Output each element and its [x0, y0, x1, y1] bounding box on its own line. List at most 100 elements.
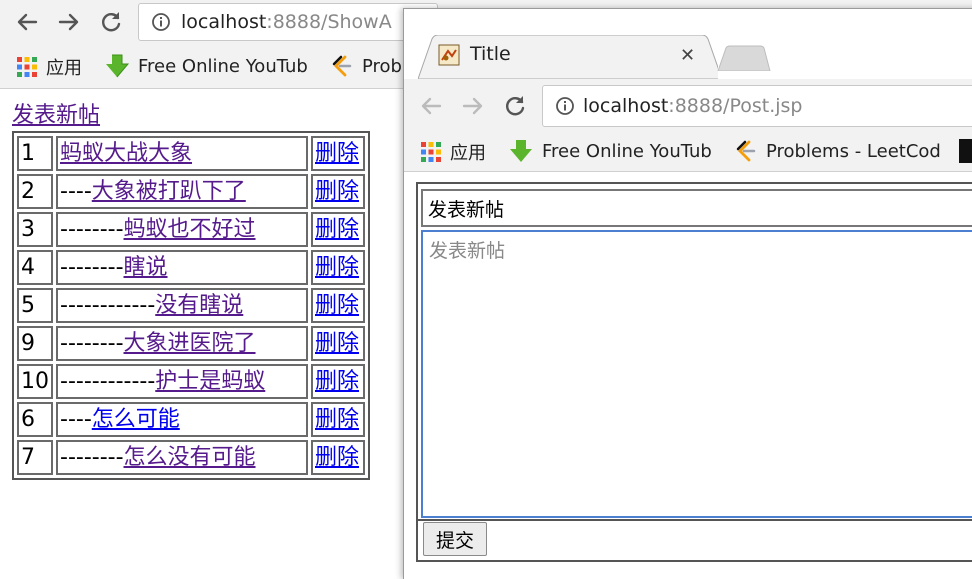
- apps-grid-icon: [16, 56, 38, 78]
- bookmark-problems-leetcode[interactable]: Problems - LeetCod: [734, 139, 941, 163]
- post-title-link[interactable]: 怎么没有可能: [124, 445, 256, 470]
- post-title-input[interactable]: [421, 189, 972, 227]
- tab-title-label: Title: [470, 43, 511, 65]
- bookmark-label: 应用: [46, 58, 82, 79]
- download-arrow-icon: [104, 53, 130, 79]
- table-row: 1 蚂蚁大战大象 删除: [17, 136, 365, 171]
- bookmark-overflow-icon[interactable]: [959, 139, 972, 163]
- post-browser-window: Title ✕ localhost:8888/Post.jsp 应用 Free …: [403, 8, 972, 579]
- tab-strip: Title ✕: [404, 9, 972, 79]
- post-id-cell: 4: [17, 250, 53, 285]
- post-id-cell: 5: [17, 288, 53, 323]
- indent-dashes: --------: [60, 445, 124, 470]
- info-icon[interactable]: [151, 12, 171, 32]
- bookmark-label: Problems - LeetCod: [766, 140, 941, 162]
- delete-link[interactable]: 删除: [315, 217, 359, 242]
- tab-title[interactable]: [418, 35, 718, 79]
- url-path: :8888/ShowA: [266, 11, 392, 33]
- delete-cell: 删除: [311, 136, 365, 171]
- post-title-link[interactable]: 蚂蚁也不好过: [124, 217, 256, 242]
- table-row: 4 --------瞎说 删除: [17, 250, 365, 285]
- delete-link[interactable]: 删除: [315, 407, 359, 432]
- table-row: 10 ------------护士是蚂蚁 删除: [17, 364, 365, 399]
- front-browser-toolbar: localhost:8888/Post.jsp: [404, 79, 972, 133]
- url-host: localhost: [181, 11, 267, 33]
- post-title-cell: ------------没有瞎说: [56, 288, 308, 323]
- close-icon[interactable]: ✕: [680, 45, 695, 66]
- table-row: 7 --------怎么没有可能 删除: [17, 440, 365, 475]
- address-bar[interactable]: localhost:8888/Post.jsp: [542, 85, 972, 127]
- bookmark-label: Free Online YouTub: [138, 55, 308, 77]
- back-arrow-icon[interactable]: [416, 91, 446, 121]
- bookmark-problems-leetcode[interactable]: Prob: [330, 54, 402, 78]
- url-path: :8888/Post.jsp: [668, 95, 803, 117]
- table-row: 3 --------蚂蚁也不好过 删除: [17, 212, 365, 247]
- indent-dashes: --------: [60, 217, 124, 242]
- bookmark-free-online-youtube[interactable]: Free Online YouTub: [508, 138, 714, 164]
- post-title-cell: --------怎么没有可能: [56, 440, 308, 475]
- new-post-link[interactable]: 发表新帖: [12, 102, 100, 130]
- reload-icon[interactable]: [96, 7, 126, 37]
- bookmark-label: Free Online YouTub: [542, 140, 712, 162]
- delete-cell: 删除: [311, 364, 365, 399]
- post-title-link[interactable]: 瞎说: [124, 255, 168, 280]
- post-table: 1 蚂蚁大战大象 删除 2 ----大象被打趴下了 删除 3 --------蚂蚁也不好过 删除…: [12, 131, 370, 480]
- download-arrow-icon: [508, 138, 534, 164]
- bookmark-apps[interactable]: 应用: [420, 139, 486, 165]
- post-title-cell: --------蚂蚁也不好过: [56, 212, 308, 247]
- post-title-link[interactable]: 怎么可能: [92, 407, 180, 432]
- apps-grid-icon: [420, 141, 442, 163]
- post-title-link[interactable]: 大象被打趴下了: [92, 179, 246, 204]
- delete-cell: 删除: [311, 326, 365, 361]
- delete-cell: 删除: [311, 440, 365, 475]
- post-title-cell: --------瞎说: [56, 250, 308, 285]
- table-row: 2 ----大象被打趴下了 删除: [17, 174, 365, 209]
- indent-dashes: ----: [60, 179, 92, 204]
- indent-dashes: --------: [60, 331, 124, 356]
- delete-link[interactable]: 删除: [315, 179, 359, 204]
- back-arrow-icon[interactable]: [12, 7, 42, 37]
- submit-row: [418, 519, 972, 561]
- indent-dashes: --------: [60, 255, 124, 280]
- post-id-cell: 1: [17, 136, 53, 171]
- table-row: 5 ------------没有瞎说 删除: [17, 288, 365, 323]
- delete-link[interactable]: 删除: [315, 445, 359, 470]
- post-id-cell: 9: [17, 326, 53, 361]
- post-title-link[interactable]: 大象进医院了: [124, 331, 256, 356]
- post-title-cell: ----怎么可能: [56, 402, 308, 437]
- delete-cell: 删除: [311, 174, 365, 209]
- post-table-body: 1 蚂蚁大战大象 删除 2 ----大象被打趴下了 删除 3 --------蚂蚁也不好过 删除…: [17, 136, 365, 475]
- new-tab-button[interactable]: [716, 45, 772, 71]
- table-row: 9 --------大象进医院了 删除: [17, 326, 365, 361]
- reload-icon[interactable]: [500, 91, 530, 121]
- submit-button[interactable]: 提交: [423, 522, 487, 556]
- bookmark-apps[interactable]: 应用: [16, 54, 82, 80]
- delete-link[interactable]: 删除: [315, 293, 359, 318]
- delete-link[interactable]: 删除: [315, 255, 359, 280]
- delete-cell: 删除: [311, 250, 365, 285]
- bookmark-free-online-youtube[interactable]: Free Online YouTub: [104, 53, 310, 79]
- post-title-link[interactable]: 蚂蚁大战大象: [60, 141, 192, 166]
- url-text: localhost:8888/ShowA: [181, 11, 392, 33]
- forward-arrow-icon[interactable]: [458, 91, 488, 121]
- post-title-cell: ----大象被打趴下了: [56, 174, 308, 209]
- post-title-link[interactable]: 护士是蚂蚁: [155, 369, 265, 394]
- indent-dashes: ------------: [60, 293, 156, 318]
- bookmark-label: Prob: [362, 55, 402, 77]
- post-form-page: 提交: [404, 172, 972, 579]
- address-bar[interactable]: localhost:8888/ShowA: [138, 3, 438, 41]
- info-icon[interactable]: [555, 96, 575, 116]
- delete-link[interactable]: 删除: [315, 331, 359, 356]
- forward-arrow-icon[interactable]: [54, 7, 84, 37]
- url-host: localhost: [583, 95, 669, 117]
- delete-link[interactable]: 删除: [315, 141, 359, 166]
- post-content-textarea[interactable]: [421, 230, 972, 518]
- delete-cell: 删除: [311, 288, 365, 323]
- post-title-link[interactable]: 没有瞎说: [155, 293, 243, 318]
- leetcode-icon: [734, 139, 758, 163]
- indent-dashes: ------------: [60, 369, 156, 394]
- post-id-cell: 7: [17, 440, 53, 475]
- delete-link[interactable]: 删除: [315, 369, 359, 394]
- post-id-cell: 3: [17, 212, 53, 247]
- indent-dashes: ----: [60, 407, 92, 432]
